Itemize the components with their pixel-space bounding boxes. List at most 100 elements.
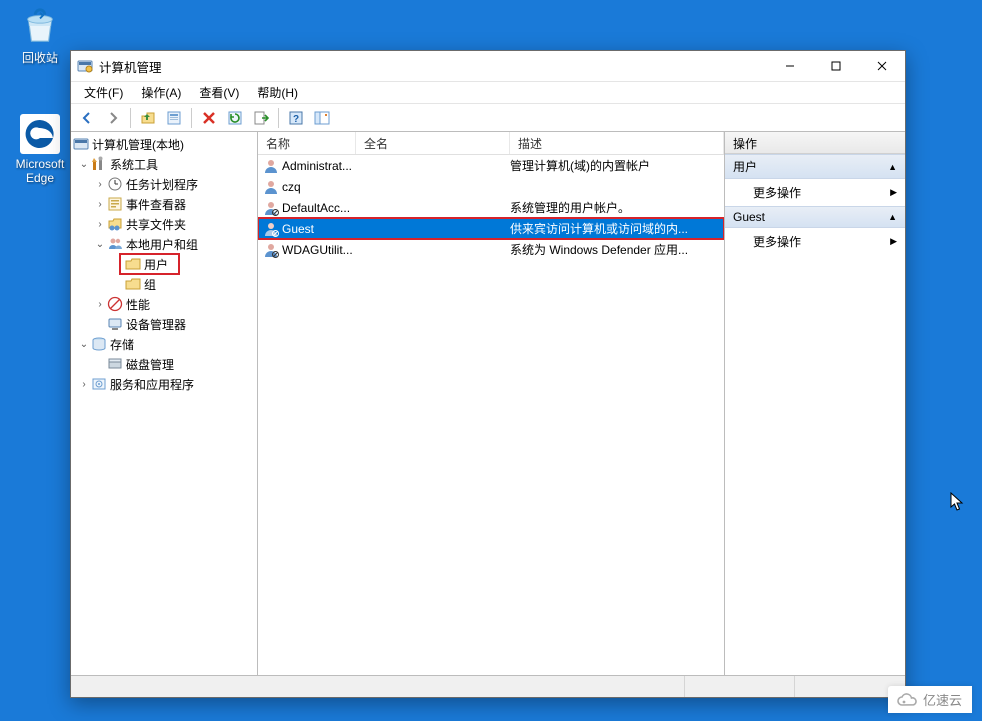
close-button[interactable] xyxy=(859,51,905,81)
desktop-icon-recycle-bin[interactable]: 回收站 xyxy=(8,6,72,66)
tree-groups-folder[interactable]: 组 xyxy=(71,274,257,294)
device-manager-icon xyxy=(107,316,123,332)
toolbar-separator xyxy=(191,108,192,128)
tree-shared-folders[interactable]: › 共享文件夹 xyxy=(71,214,257,234)
services-apps-icon xyxy=(91,376,107,392)
toolbar-separator xyxy=(130,108,131,128)
tree-system-tools[interactable]: ⌄ 系统工具 xyxy=(71,154,257,174)
storage-icon xyxy=(91,336,107,352)
export-button[interactable] xyxy=(249,107,273,129)
menu-help[interactable]: 帮助(H) xyxy=(249,82,306,103)
user-row[interactable]: Administrat... 管理计算机(域)的内置帐户 xyxy=(258,155,724,176)
system-tools-icon xyxy=(91,156,107,172)
user-name: Administrat... xyxy=(282,159,352,173)
actions-section-label: Guest xyxy=(733,210,765,224)
tree-task-scheduler[interactable]: › 任务计划程序 xyxy=(71,174,257,194)
chevron-down-icon[interactable]: ⌄ xyxy=(93,239,107,250)
user-row[interactable]: czq xyxy=(258,176,724,197)
chevron-right-icon: ▶ xyxy=(890,187,897,198)
users-groups-icon xyxy=(107,236,123,252)
tree-label: 用户 xyxy=(144,256,168,273)
actions-sub-label: 更多操作 xyxy=(753,184,801,201)
actions-section-users[interactable]: 用户 ▲ xyxy=(725,154,905,179)
menu-view[interactable]: 查看(V) xyxy=(191,82,247,103)
titlebar[interactable]: 计算机管理 xyxy=(71,51,905,81)
help-button[interactable]: ? xyxy=(284,107,308,129)
desktop-icon-edge[interactable]: Microsoft Edge xyxy=(8,114,72,185)
back-button[interactable] xyxy=(75,107,99,129)
actions-more-guest[interactable]: 更多操作 ▶ xyxy=(725,228,905,255)
properties-button[interactable] xyxy=(162,107,186,129)
chevron-right-icon[interactable]: › xyxy=(93,219,107,230)
tree-label: 系统工具 xyxy=(110,156,158,173)
minimize-button[interactable] xyxy=(767,51,813,81)
delete-button[interactable] xyxy=(197,107,221,129)
chevron-right-icon: ▶ xyxy=(890,236,897,247)
tree-label: 设备管理器 xyxy=(126,316,186,333)
menu-file[interactable]: 文件(F) xyxy=(76,82,131,103)
user-row-selected[interactable]: Guest 供来宾访问计算机或访问域的内... xyxy=(258,218,724,239)
user-icon xyxy=(263,179,279,195)
tree-label: 本地用户和组 xyxy=(126,236,198,253)
column-header-fullname[interactable]: 全名 xyxy=(356,132,510,154)
chevron-right-icon[interactable]: › xyxy=(77,379,91,390)
tree-label: 磁盘管理 xyxy=(126,356,174,373)
chevron-right-icon[interactable]: › xyxy=(93,199,107,210)
tree-local-users-groups[interactable]: ⌄ 本地用户和组 xyxy=(71,234,257,254)
up-button[interactable] xyxy=(136,107,160,129)
watermark-text: 亿速云 xyxy=(923,690,962,709)
list-rows-container: Administrat... 管理计算机(域)的内置帐户 czq Default… xyxy=(258,155,724,675)
app-icon xyxy=(77,58,93,74)
maximize-button[interactable] xyxy=(813,51,859,81)
tree-performance[interactable]: › 性能 xyxy=(71,294,257,314)
user-desc: 供来宾访问计算机或访问域的内... xyxy=(510,220,724,237)
actions-more-users[interactable]: 更多操作 ▶ xyxy=(725,179,905,206)
tree-device-manager[interactable]: 设备管理器 xyxy=(71,314,257,334)
user-icon xyxy=(263,158,279,174)
recycle-bin-label: 回收站 xyxy=(8,49,72,66)
clock-icon xyxy=(107,176,123,192)
tree-event-viewer[interactable]: › 事件查看器 xyxy=(71,194,257,214)
chevron-right-icon[interactable]: › xyxy=(93,299,107,310)
tree-label: 共享文件夹 xyxy=(126,216,186,233)
tree-label: 存储 xyxy=(110,336,134,353)
user-desc: 系统为 Windows Defender 应用... xyxy=(510,241,724,258)
tree-disk-management[interactable]: 磁盘管理 xyxy=(71,354,257,374)
forward-button[interactable] xyxy=(101,107,125,129)
tree-label: 事件查看器 xyxy=(126,196,186,213)
recycle-bin-icon xyxy=(20,6,60,46)
computer-management-window: 计算机管理 文件(F) 操作(A) 查看(V) 帮助(H) xyxy=(70,50,906,698)
disk-management-icon xyxy=(107,356,123,372)
status-cell xyxy=(685,676,795,697)
user-disabled-icon xyxy=(263,221,279,237)
shared-folders-icon xyxy=(107,216,123,232)
tree-panel: 计算机管理(本地) ⌄ 系统工具 › 任务计划程序 xyxy=(71,132,258,675)
tree-root-node[interactable]: 计算机管理(本地) xyxy=(71,134,257,154)
tree-users-folder[interactable]: 用户 xyxy=(71,254,257,274)
menu-action[interactable]: 操作(A) xyxy=(133,82,189,103)
user-disabled-icon xyxy=(263,242,279,258)
chevron-right-icon[interactable]: › xyxy=(93,179,107,190)
list-panel: 名称 全名 描述 Administrat... 管理计算机(域)的内置帐户 cz… xyxy=(258,132,725,675)
user-row[interactable]: DefaultAcc... 系统管理的用户帐户。 xyxy=(258,197,724,218)
user-desc: 管理计算机(域)的内置帐户 xyxy=(510,157,724,174)
user-desc: 系统管理的用户帐户。 xyxy=(510,199,724,216)
user-disabled-icon xyxy=(263,200,279,216)
user-name: WDAGUtilit... xyxy=(282,243,353,257)
actions-section-guest[interactable]: Guest ▲ xyxy=(725,206,905,228)
chevron-down-icon[interactable]: ⌄ xyxy=(77,339,91,350)
refresh-button[interactable] xyxy=(223,107,247,129)
tree-label: 性能 xyxy=(126,296,150,313)
column-header-description[interactable]: 描述 xyxy=(510,132,724,154)
svg-text:?: ? xyxy=(293,114,299,125)
chevron-down-icon[interactable]: ⌄ xyxy=(77,159,91,170)
tree-services-apps[interactable]: › 服务和应用程序 xyxy=(71,374,257,394)
actions-panel: 操作 用户 ▲ 更多操作 ▶ Guest ▲ 更多操作 ▶ xyxy=(725,132,905,675)
column-header-name[interactable]: 名称 xyxy=(258,132,356,154)
show-hide-button[interactable] xyxy=(310,107,334,129)
user-row[interactable]: WDAGUtilit... 系统为 Windows Defender 应用... xyxy=(258,239,724,260)
actions-panel-header: 操作 xyxy=(725,132,905,154)
tree-storage[interactable]: ⌄ 存储 xyxy=(71,334,257,354)
folder-icon xyxy=(125,276,141,292)
highlight-box: 用户 xyxy=(119,253,180,275)
